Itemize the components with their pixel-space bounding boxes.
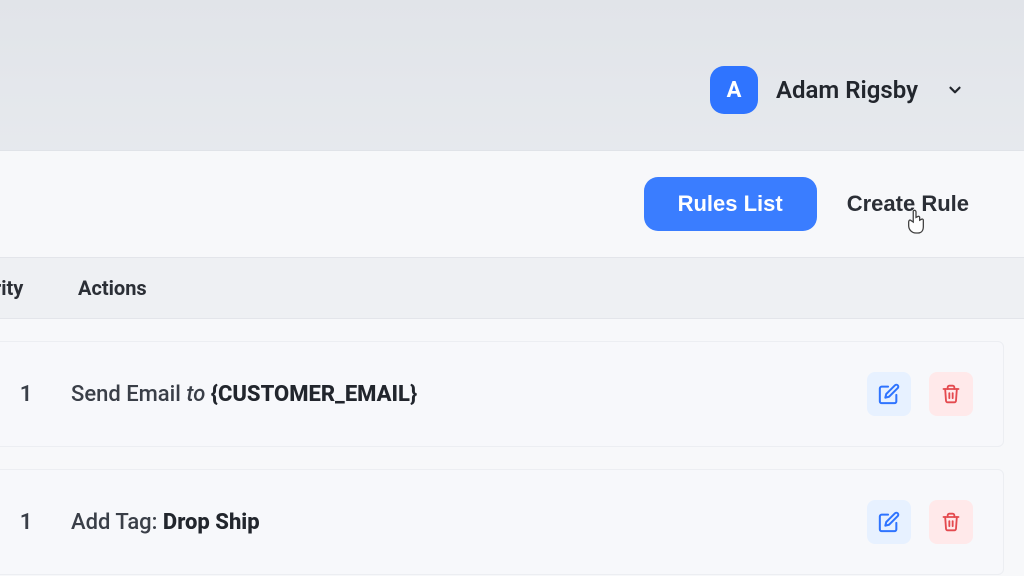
edit-icon [878,511,900,533]
priority-value: 1 [0,382,71,407]
rule-text-mid: to [186,382,210,407]
rule-text-bold: Drop Ship [163,510,260,535]
table-row: 1 Send Email to {CUSTOMER_EMAIL} [0,341,1004,447]
user-menu[interactable]: A Adam Rigsby [710,66,964,114]
user-name: Adam Rigsby [776,76,918,104]
row-actions [867,500,973,544]
rule-description: Send Email to {CUSTOMER_EMAIL} [71,382,867,407]
trash-icon [941,512,961,532]
rule-description: Add Tag: Drop Ship [71,510,867,535]
chevron-down-icon [946,81,964,99]
tab-create-rule-label: Create Rule [847,191,969,216]
row-actions [867,372,973,416]
rule-text-prefix: Add Tag: [71,510,163,535]
tab-create-rule[interactable]: Create Rule [847,191,969,217]
trash-icon [941,384,961,404]
rule-text-prefix: Send Email [71,382,186,407]
edit-icon [878,383,900,405]
edit-button[interactable] [867,372,911,416]
table-row: 1 Add Tag: Drop Ship [0,469,1004,575]
tabs-toolbar: Rules List Create Rule [0,151,1024,257]
priority-value: 1 [0,510,71,535]
delete-button[interactable] [929,372,973,416]
app-header: A Adam Rigsby [0,0,1024,150]
column-header-priority: riority [0,276,70,300]
rule-text-bold: {CUSTOMER_EMAIL} [211,382,417,407]
column-header-actions: Actions [70,276,1024,300]
avatar: A [710,66,758,114]
edit-button[interactable] [867,500,911,544]
table-header: riority Actions [0,257,1024,319]
tab-rules-list[interactable]: Rules List [644,177,817,231]
content-panel: Rules List Create Rule riority Actions 1… [0,150,1024,576]
delete-button[interactable] [929,500,973,544]
